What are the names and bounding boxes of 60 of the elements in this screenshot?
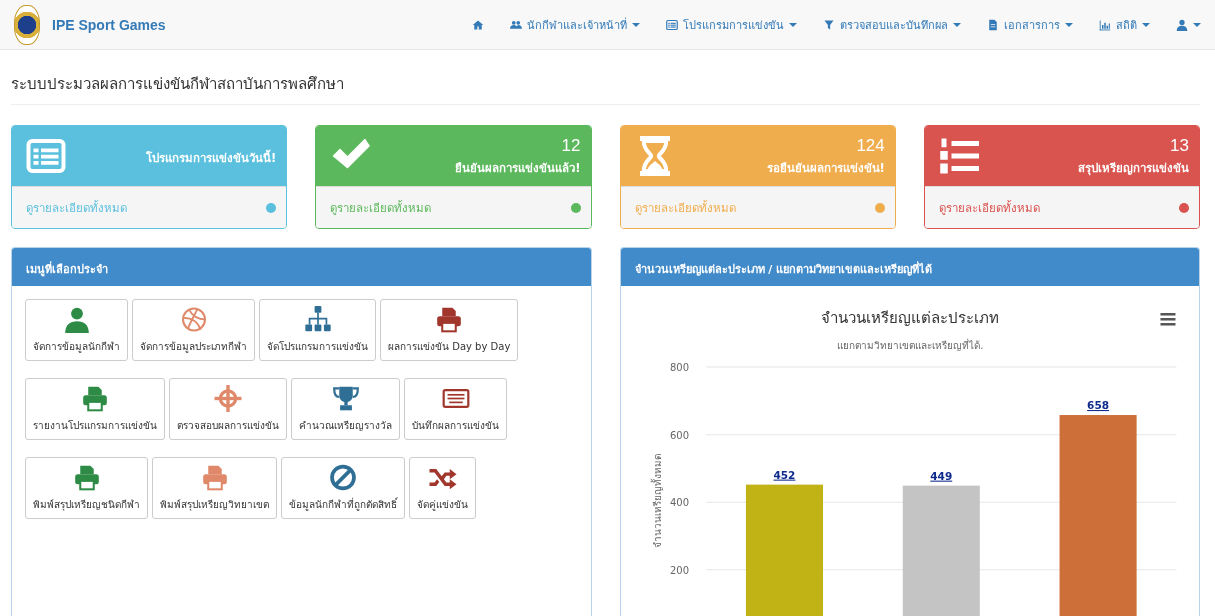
list-icon [26, 136, 66, 176]
menu-icon[interactable] [1159, 313, 1175, 326]
menu-tile-button[interactable]: จัดการข้อมูลนักกีฬา [25, 299, 128, 361]
caret-icon [953, 22, 961, 27]
menu-tile-button[interactable]: จัดโปรแกรมการแข่งขัน [259, 299, 376, 361]
nav-menu[interactable]: สถิติ [1099, 11, 1150, 38]
y-axis-title: จำนวนเหรียญทั้งหมด [651, 454, 663, 549]
menu-tile-button[interactable]: ข้อมูลนักกีฬาที่ถูกตัดสิทธิ์ [281, 457, 405, 519]
data-label[interactable]: 658 [1086, 399, 1109, 412]
caret-icon [1065, 22, 1073, 27]
page-title: ระบบประมวลผลการแข่งขันกีฬาสถาบันการพลศึกษา [11, 50, 1200, 105]
menu-tile-button[interactable]: พิมพ์สรุปเหรียญวิทยาเขต [152, 457, 277, 519]
caret-icon [789, 22, 797, 27]
chart-title: จำนวนเหรียญแต่ละประเภท [820, 309, 999, 328]
menu-tile-button[interactable]: ตรวจสอบผลการแข่งขัน [169, 378, 287, 440]
nav-menu[interactable]: ตรวจสอบและบันทึกผล [823, 11, 961, 38]
y-tick-label: 400 [669, 497, 689, 509]
arrow-circle-icon [1179, 203, 1189, 213]
panel-title: จำนวนเหรียญแต่ละประเภท / แยกตามวิทยาเขตและเหรียญที่ได้ [620, 248, 1199, 286]
y-tick-label: 600 [669, 429, 689, 441]
panel-title: เมนูที่เลือกประจำ [12, 248, 591, 286]
caret-icon [632, 22, 640, 27]
caret-icon [1193, 22, 1201, 27]
menu-tile-button[interactable]: ผลการแข่งขัน Day by Day [380, 299, 519, 361]
document-icon [987, 18, 999, 31]
brand-link[interactable]: IPE Sport Games [52, 16, 166, 33]
data-label[interactable]: 449 [929, 469, 952, 482]
arrow-circle-icon [874, 203, 885, 213]
y-tick-label: 800 [669, 362, 689, 374]
user-icon [1176, 18, 1188, 31]
nav-menu[interactable]: นักกีฬาและเจ้าหน้าที่ [510, 11, 640, 38]
bar-chart-icon [1099, 18, 1111, 31]
arrow-circle-icon [266, 203, 277, 213]
filter-icon [823, 18, 835, 31]
logo-emblem-icon [14, 4, 40, 45]
home-icon [472, 18, 484, 31]
menu-tile-button[interactable]: จัดการข้อมูลประเภทกีฬา [132, 299, 255, 361]
menu-tile-button[interactable]: คำนวณเหรียญรางวัล [291, 378, 400, 440]
stat-count: 124 [855, 135, 885, 156]
stat-count: 12 [560, 135, 581, 156]
data-label[interactable]: 452 [773, 468, 795, 481]
nav-menu[interactable]: เอกสารการ [987, 11, 1073, 38]
view-details-link[interactable]: ดูรายละเอียดทั้งหมด [924, 186, 1199, 228]
numbered-list-icon [938, 136, 979, 176]
chart-subtitle: แยกตามวิทยาเขตและเหรียญที่ได้. [836, 340, 983, 352]
stat-label: สรุปเหรียญการแข่งขัน [1078, 159, 1189, 177]
list-icon [666, 18, 678, 31]
stat-label: รอยืนยันผลการแข่งขัน! [766, 159, 885, 177]
menu-tile-button[interactable]: บันทึกผลการแข่งขัน [404, 378, 507, 440]
arrow-circle-icon [570, 203, 581, 213]
caret-icon [1142, 22, 1150, 27]
menu-tile-button[interactable]: พิมพ์สรุปเหรียญชนิดกีฬา [25, 457, 148, 519]
stat-label: โปรแกรมการแข่งขันวันนี้! [146, 148, 277, 167]
nav-menu[interactable]: โปรแกรมการแข่งขัน [666, 11, 797, 38]
users-icon [510, 18, 522, 31]
menu-tile-button[interactable]: รายงานโปรแกรมการแข่งขัน [25, 378, 165, 440]
y-tick-label: 200 [669, 564, 689, 576]
stat-count: 13 [1169, 135, 1189, 156]
stat-label: ยืนยันผลการแข่งขันแล้ว! [455, 159, 581, 177]
menu-tile-button[interactable]: จัดคู่แข่งขัน [409, 457, 476, 519]
